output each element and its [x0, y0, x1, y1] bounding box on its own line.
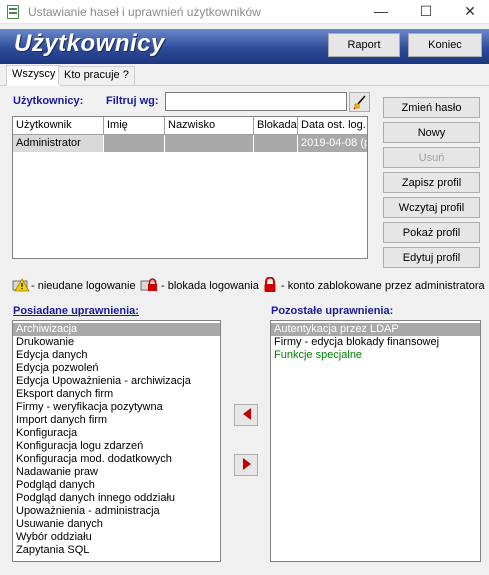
save-profile-button[interactable]: Zapisz profil: [383, 172, 480, 193]
page-title: Użytkownicy: [14, 30, 165, 57]
change-password-label: Zmień hasło: [401, 101, 462, 114]
column-header-first-name[interactable]: Imię: [104, 117, 165, 135]
end-button[interactable]: Koniec: [408, 33, 482, 57]
failed-login-icon: [12, 278, 30, 292]
save-profile-label: Zapisz profil: [401, 176, 462, 189]
list-item[interactable]: Podgląd danych innego oddziału: [13, 492, 220, 505]
list-item[interactable]: Firmy - weryfikacja pozytywna: [13, 401, 220, 414]
delete-user-button[interactable]: Usuń: [383, 147, 480, 168]
new-user-button[interactable]: Nowy: [383, 122, 480, 143]
show-profile-button[interactable]: Pokaż profil: [383, 222, 480, 243]
maximize-button[interactable]: ☐: [408, 0, 444, 24]
edit-profile-button[interactable]: Edytuj profil: [383, 247, 480, 268]
minimize-button[interactable]: —: [363, 0, 399, 24]
list-item[interactable]: Edycja Upoważnienia - archiwizacja: [13, 375, 220, 388]
list-item[interactable]: Zapytania SQL: [13, 544, 220, 557]
login-lock-icon: [140, 278, 157, 291]
list-item[interactable]: Archiwizacja: [13, 323, 220, 336]
close-button[interactable]: ✕: [452, 0, 488, 24]
end-button-label: Koniec: [428, 39, 462, 51]
change-password-button[interactable]: Zmień hasło: [383, 97, 480, 118]
move-right-button[interactable]: [234, 454, 258, 476]
list-item[interactable]: Autentykacja przez LDAP: [271, 323, 480, 336]
list-item[interactable]: Eksport danych firm: [13, 388, 220, 401]
column-header-block[interactable]: Blokada: [254, 117, 298, 135]
column-header-last-name[interactable]: Nazwisko: [165, 117, 254, 135]
users-table[interactable]: Użytkownik Imię Nazwisko Blokada Data os…: [12, 116, 368, 259]
other-permissions-list[interactable]: Autentykacja przez LDAP Firmy - edycja b…: [270, 320, 481, 562]
arrow-right-icon: [243, 457, 251, 470]
edit-profile-label: Edytuj profil: [402, 251, 461, 264]
column-header-user[interactable]: Użytkownik: [13, 117, 104, 135]
table-row-last-name[interactable]: [165, 135, 254, 152]
list-item[interactable]: Nadawanie praw: [13, 466, 220, 479]
owned-permissions-list[interactable]: Archiwizacja Drukowanie Edycja danych Ed…: [12, 320, 221, 562]
tab-divider: [0, 85, 489, 86]
table-row-first-name[interactable]: [104, 135, 165, 152]
list-item[interactable]: Edycja danych: [13, 349, 220, 362]
tab-all[interactable]: Wszyscy: [6, 65, 62, 86]
list-item[interactable]: Drukowanie: [13, 336, 220, 349]
table-row-block[interactable]: [254, 135, 298, 152]
load-profile-label: Wczytaj profil: [398, 201, 465, 214]
owned-permissions-label: Posiadane uprawnienia:: [13, 305, 139, 317]
table-row-user[interactable]: Administrator: [13, 135, 104, 152]
list-item[interactable]: Firmy - edycja blokady finansowej: [271, 336, 480, 349]
list-item[interactable]: Upoważnienia - administracja: [13, 505, 220, 518]
filter-input[interactable]: [165, 92, 347, 111]
list-item[interactable]: Edycja pozwoleń: [13, 362, 220, 375]
move-left-button[interactable]: [234, 404, 258, 426]
list-item[interactable]: Konfiguracja logu zdarzeń: [13, 440, 220, 453]
arrow-left-icon: [243, 407, 251, 420]
column-header-last-login[interactable]: Data ost. log.: [298, 117, 367, 135]
lock-icon: [264, 277, 276, 292]
filter-clear-button[interactable]: [349, 92, 370, 112]
list-item[interactable]: Konfiguracja mod. dodatkowych: [13, 453, 220, 466]
list-item[interactable]: Podgląd danych: [13, 479, 220, 492]
list-item[interactable]: Wybór oddziału: [13, 531, 220, 544]
load-profile-button[interactable]: Wczytaj profil: [383, 197, 480, 218]
legend-failed-login: - nieudane logowanie: [31, 280, 136, 292]
delete-user-label: Usuń: [418, 151, 445, 164]
tab-who-works[interactable]: Kto pracuje ?: [58, 66, 135, 85]
new-user-label: Nowy: [417, 126, 446, 139]
report-button[interactable]: Raport: [328, 33, 400, 57]
legend-login-lock: - blokada logowania: [161, 280, 259, 292]
window-title: Ustawianie haseł i uprawnień użytkownikó…: [28, 5, 261, 19]
list-item[interactable]: Konfiguracja: [13, 427, 220, 440]
list-item[interactable]: Usuwanie danych: [13, 518, 220, 531]
list-item[interactable]: Funkcje specjalne: [271, 349, 480, 362]
report-button-label: Raport: [347, 39, 381, 51]
other-permissions-label: Pozostałe uprawnienia:: [271, 305, 394, 317]
filter-label: Filtruj wg:: [106, 95, 159, 107]
legend-account-locked: - konto zablokowane przez administratora: [281, 280, 485, 292]
brush-icon: [352, 95, 366, 110]
list-item[interactable]: Import danych firm: [13, 414, 220, 427]
table-row-last-login[interactable]: 2019-04-08 (p: [298, 135, 367, 152]
app-icon: [7, 5, 19, 19]
users-label: Użytkownicy:: [13, 95, 84, 107]
show-profile-label: Pokaż profil: [402, 226, 461, 239]
